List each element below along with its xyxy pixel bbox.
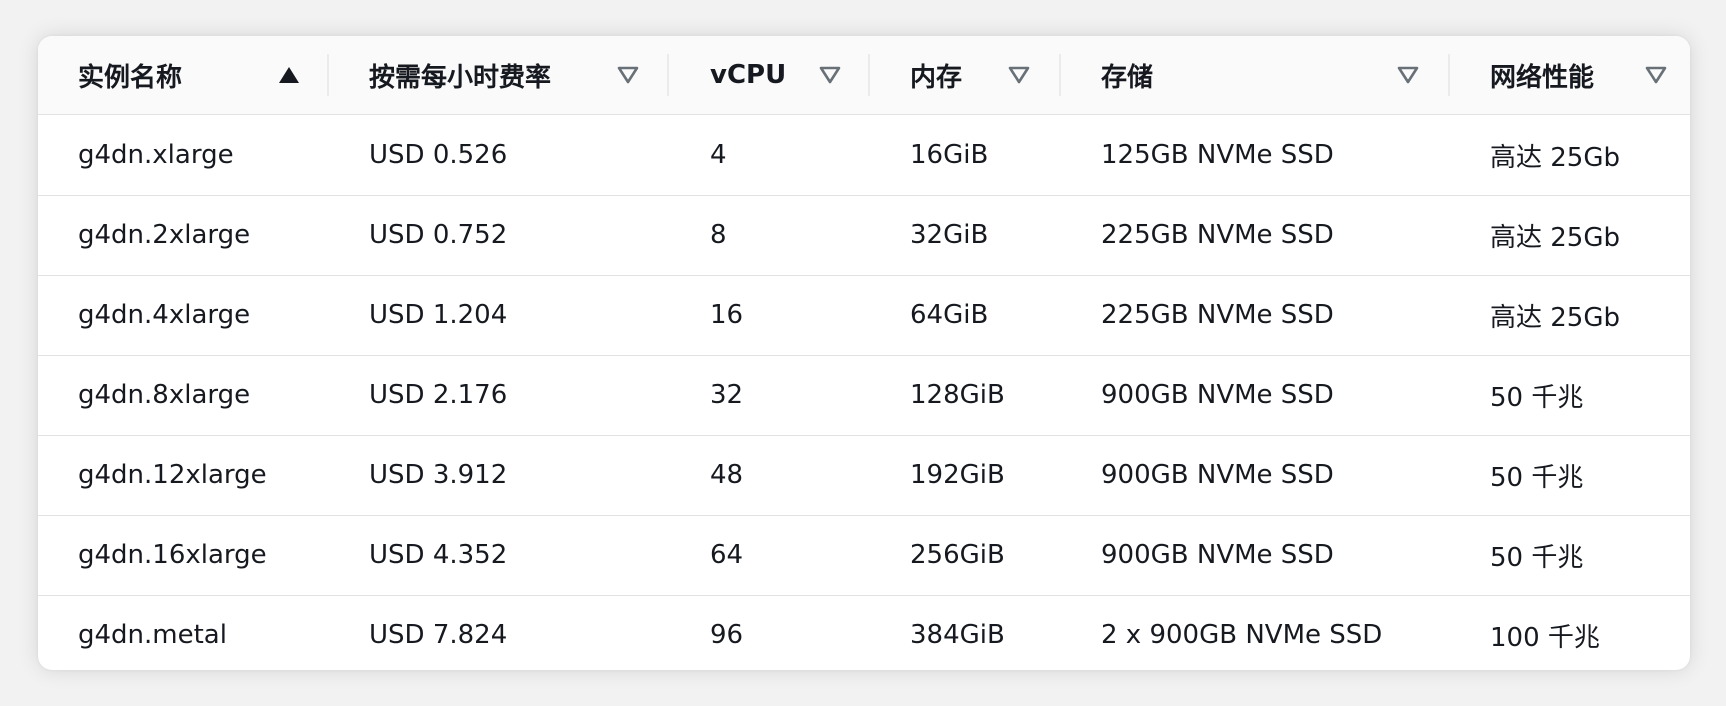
- cell-hourly-rate: USD 0.752: [369, 220, 508, 250]
- cell-network-performance: 50 千兆: [1490, 542, 1584, 573]
- cell-instance-name: g4dn.2xlarge: [78, 220, 251, 250]
- table-header: 实例名称 按需每小时费率 vCPU 内存 存储 网络性能: [38, 36, 1690, 115]
- column-header-network-performance[interactable]: 网络性能: [1490, 36, 1594, 114]
- cell-storage: 225GB NVMe SSD: [1101, 300, 1334, 330]
- cell-network-performance: 100 千兆: [1490, 622, 1600, 653]
- column-divider[interactable]: [1059, 54, 1061, 96]
- cell-memory: 128GiB: [910, 380, 1005, 410]
- cell-vcpu: 16: [710, 300, 744, 330]
- cell-instance-name: g4dn.8xlarge: [78, 380, 251, 410]
- cell-hourly-rate: USD 4.352: [369, 540, 508, 570]
- column-header-label: 按需每小时费率: [369, 62, 552, 93]
- cell-instance-name: g4dn.4xlarge: [78, 300, 251, 330]
- table-row[interactable]: g4dn.16xlarge USD 4.352 64 256GiB 900GB …: [38, 515, 1690, 596]
- sort-neutral-icon[interactable]: [1008, 36, 1030, 114]
- column-header-label: 网络性能: [1490, 62, 1595, 93]
- cell-hourly-rate: USD 3.912: [369, 460, 508, 490]
- column-divider[interactable]: [667, 54, 669, 96]
- column-header-label: vCPU: [710, 60, 787, 90]
- column-header-vcpu[interactable]: vCPU: [710, 36, 786, 114]
- cell-hourly-rate: USD 7.824: [369, 620, 508, 650]
- cell-instance-name: g4dn.12xlarge: [78, 460, 267, 490]
- cell-memory: 32GiB: [910, 220, 989, 250]
- column-header-hourly-rate[interactable]: 按需每小时费率: [369, 36, 551, 114]
- sort-neutral-icon[interactable]: [1397, 36, 1419, 114]
- cell-instance-name: g4dn.metal: [78, 620, 227, 650]
- column-header-instance-name[interactable]: 实例名称: [78, 36, 182, 114]
- table-row[interactable]: g4dn.4xlarge USD 1.204 16 64GiB 225GB NV…: [38, 275, 1690, 356]
- cell-memory: 256GiB: [910, 540, 1005, 570]
- column-header-label: 内存: [910, 62, 963, 93]
- cell-memory: 64GiB: [910, 300, 989, 330]
- cell-vcpu: 4: [710, 140, 727, 170]
- cell-vcpu: 96: [710, 620, 744, 650]
- column-header-label: 实例名称: [78, 62, 183, 93]
- sort-ascending-icon[interactable]: [278, 36, 300, 114]
- cell-vcpu: 64: [710, 540, 744, 570]
- cell-vcpu: 48: [710, 460, 744, 490]
- column-divider[interactable]: [327, 54, 329, 96]
- cell-storage: 2 x 900GB NVMe SSD: [1101, 620, 1383, 650]
- column-header-label: 存储: [1101, 62, 1154, 93]
- sort-neutral-icon[interactable]: [819, 36, 841, 114]
- cell-storage: 225GB NVMe SSD: [1101, 220, 1334, 250]
- cell-network-performance: 50 千兆: [1490, 382, 1584, 413]
- cell-storage: 900GB NVMe SSD: [1101, 540, 1334, 570]
- table-row[interactable]: g4dn.8xlarge USD 2.176 32 128GiB 900GB N…: [38, 355, 1690, 436]
- instance-types-table: 实例名称 按需每小时费率 vCPU 内存 存储 网络性能 g4dn.xlarge…: [38, 36, 1690, 670]
- cell-memory: 16GiB: [910, 140, 989, 170]
- cell-storage: 900GB NVMe SSD: [1101, 380, 1334, 410]
- cell-vcpu: 32: [710, 380, 744, 410]
- column-divider[interactable]: [1448, 54, 1450, 96]
- column-header-storage[interactable]: 存储: [1101, 36, 1153, 114]
- table-row[interactable]: g4dn.2xlarge USD 0.752 8 32GiB 225GB NVM…: [38, 195, 1690, 276]
- cell-hourly-rate: USD 2.176: [369, 380, 508, 410]
- cell-storage: 125GB NVMe SSD: [1101, 140, 1334, 170]
- cell-network-performance: 高达 25Gb: [1490, 222, 1621, 253]
- table-row[interactable]: g4dn.xlarge USD 0.526 4 16GiB 125GB NVMe…: [38, 115, 1690, 196]
- table-row[interactable]: g4dn.12xlarge USD 3.912 48 192GiB 900GB …: [38, 435, 1690, 516]
- column-header-memory[interactable]: 内存: [910, 36, 962, 114]
- column-divider[interactable]: [868, 54, 870, 96]
- cell-memory: 384GiB: [910, 620, 1005, 650]
- cell-hourly-rate: USD 0.526: [369, 140, 508, 170]
- sort-neutral-icon[interactable]: [617, 36, 639, 114]
- cell-vcpu: 8: [710, 220, 727, 250]
- cell-instance-name: g4dn.16xlarge: [78, 540, 267, 570]
- cell-hourly-rate: USD 1.204: [369, 300, 508, 330]
- cell-network-performance: 高达 25Gb: [1490, 302, 1621, 333]
- cell-network-performance: 高达 25Gb: [1490, 142, 1621, 173]
- sort-neutral-icon[interactable]: [1645, 36, 1667, 114]
- cell-memory: 192GiB: [910, 460, 1005, 490]
- table-row[interactable]: g4dn.metal USD 7.824 96 384GiB 2 x 900GB…: [38, 595, 1690, 670]
- cell-storage: 900GB NVMe SSD: [1101, 460, 1334, 490]
- cell-instance-name: g4dn.xlarge: [78, 140, 234, 170]
- cell-network-performance: 50 千兆: [1490, 462, 1584, 493]
